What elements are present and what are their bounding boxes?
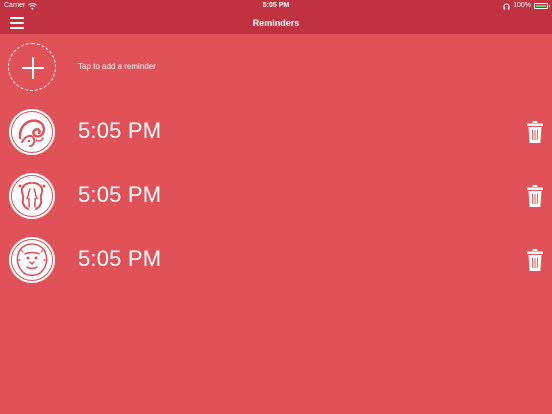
reminder-row[interactable]: 5:05 PM bbox=[0, 100, 552, 164]
aries-icon bbox=[8, 108, 56, 156]
plus-icon bbox=[22, 57, 44, 79]
trash-icon[interactable] bbox=[526, 248, 544, 272]
battery-percent: 100% bbox=[513, 2, 531, 9]
add-reminder-row[interactable]: Tap to add a reminder bbox=[0, 34, 552, 100]
status-bar: Carrier 5:05 PM 100% bbox=[0, 0, 552, 12]
reminder-row[interactable]: 5:05 PM bbox=[0, 228, 552, 292]
reminder-time[interactable]: 5:05 PM bbox=[78, 180, 161, 210]
status-right: 100% bbox=[503, 0, 550, 12]
trash-icon[interactable] bbox=[526, 120, 544, 144]
add-reminder-button[interactable] bbox=[8, 43, 56, 91]
add-reminder-label: Tap to add a reminder bbox=[78, 62, 156, 71]
leo-icon bbox=[8, 236, 56, 284]
nav-bar: Reminders bbox=[0, 12, 552, 34]
page-title: Reminders bbox=[252, 18, 300, 28]
reminder-time[interactable]: 5:05 PM bbox=[78, 244, 161, 274]
gemini-icon bbox=[8, 172, 56, 220]
trash-icon[interactable] bbox=[526, 184, 544, 208]
battery-icon bbox=[534, 3, 550, 9]
headphones-icon bbox=[503, 3, 510, 9]
reminder-time[interactable]: 5:05 PM bbox=[78, 116, 161, 146]
status-time: 5:05 PM bbox=[262, 2, 290, 9]
reminder-row[interactable]: 5:05 PM bbox=[0, 164, 552, 228]
